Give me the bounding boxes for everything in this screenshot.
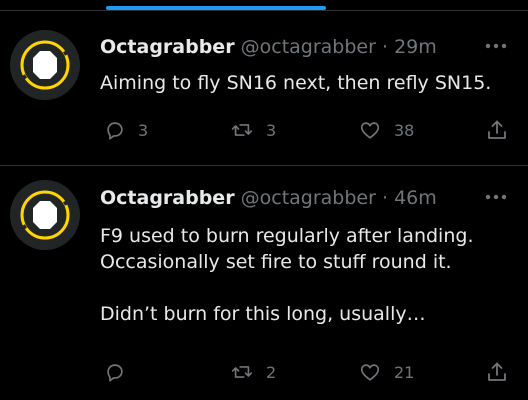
retweet-count: 3 — [266, 120, 277, 140]
tweet-text-line: Occasionally set fire to stuff round it. — [100, 251, 452, 273]
tweet[interactable]: Octagrabber @octagrabber · 29m Aiming to… — [0, 0, 528, 165]
tweet-header: Octagrabber @octagrabber · 29m — [100, 35, 437, 59]
more-button[interactable] — [482, 187, 510, 207]
timestamp[interactable]: 46m — [394, 187, 437, 209]
like-button[interactable]: 21 — [358, 359, 414, 385]
avatar[interactable] — [10, 180, 80, 250]
reply-button[interactable] — [104, 359, 138, 385]
handle[interactable]: @octagrabber — [241, 187, 376, 209]
retweet-button[interactable]: 3 — [230, 117, 276, 143]
share-button[interactable] — [485, 359, 509, 385]
heart-icon — [360, 122, 380, 139]
separator: · — [381, 187, 389, 209]
handle[interactable]: @octagrabber — [241, 36, 376, 58]
tweet-text-blank-line — [100, 275, 520, 301]
octagon-avatar-icon — [10, 180, 80, 250]
tweet[interactable]: Octagrabber @octagrabber · 46m F9 used t… — [0, 166, 528, 400]
retweet-icon — [231, 124, 253, 136]
more-button[interactable] — [482, 36, 510, 56]
tweet-text-line: Didn’t burn for this long, usually… — [100, 303, 426, 325]
display-name[interactable]: Octagrabber — [100, 187, 235, 209]
separator: · — [381, 36, 389, 58]
share-icon — [488, 362, 506, 381]
reply-icon — [107, 364, 123, 382]
retweet-button[interactable]: 2 — [230, 359, 276, 385]
share-button[interactable] — [485, 117, 509, 143]
more-icon — [485, 43, 507, 49]
retweet-icon — [231, 366, 253, 378]
display-name[interactable]: Octagrabber — [100, 36, 235, 58]
like-count: 21 — [394, 362, 415, 382]
like-count: 38 — [394, 120, 415, 140]
octagon-avatar-icon — [10, 30, 80, 100]
heart-icon — [360, 364, 380, 381]
timestamp[interactable]: 29m — [394, 36, 437, 58]
retweet-count: 2 — [266, 362, 277, 382]
reply-count: 3 — [138, 120, 149, 140]
avatar[interactable] — [10, 30, 80, 100]
tweet-text-line: F9 used to burn regularly after landing. — [100, 225, 474, 247]
more-icon — [485, 194, 507, 200]
share-icon — [488, 120, 506, 139]
reply-icon — [107, 122, 123, 140]
reply-button[interactable]: 3 — [104, 117, 148, 143]
tweet-text-line: Aiming to fly SN16 next, then refly SN15… — [100, 72, 492, 94]
tweet-text: Aiming to fly SN16 next, then refly SN15… — [100, 70, 520, 96]
tweet-header: Octagrabber @octagrabber · 46m — [100, 186, 437, 210]
tweet-text: F9 used to burn regularly after landing.… — [100, 223, 520, 327]
like-button[interactable]: 38 — [358, 117, 414, 143]
